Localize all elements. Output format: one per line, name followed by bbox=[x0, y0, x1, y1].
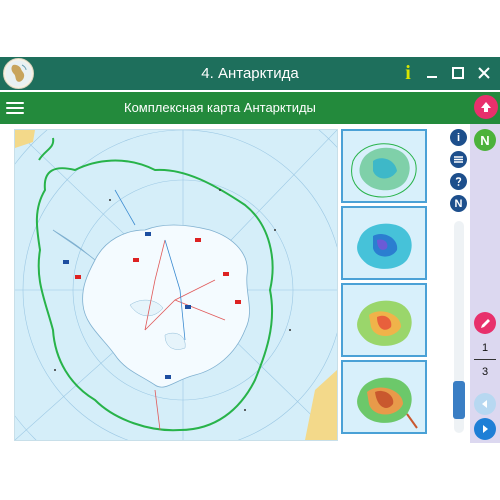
antarctica-map[interactable] bbox=[14, 129, 338, 441]
map-title: Комплексная карта Антарктиды bbox=[124, 100, 316, 115]
north-icon[interactable]: N bbox=[450, 195, 467, 212]
title-bar: 4. Антарктида i bbox=[0, 57, 500, 90]
close-icon[interactable] bbox=[472, 61, 496, 85]
prev-arrow-icon[interactable] bbox=[474, 393, 496, 415]
minimize-icon[interactable] bbox=[420, 61, 444, 85]
map-header: Комплексная карта Антарктиды bbox=[0, 92, 500, 124]
arrow-up-icon[interactable] bbox=[474, 95, 498, 119]
next-arrow-icon[interactable] bbox=[474, 418, 496, 440]
pen-icon[interactable] bbox=[474, 312, 496, 334]
app-window: 4. Антарктида i Комплексная карта Антарк… bbox=[0, 57, 500, 443]
tool-column: i N bbox=[449, 129, 469, 439]
maximize-icon[interactable] bbox=[446, 61, 470, 85]
layers-icon[interactable] bbox=[450, 151, 467, 168]
page-divider bbox=[474, 359, 496, 360]
menu-icon[interactable] bbox=[6, 99, 24, 117]
scroll-thumb[interactable] bbox=[453, 381, 465, 419]
total-pages: 3 bbox=[481, 366, 489, 378]
help-icon[interactable] bbox=[450, 173, 467, 190]
thumbnail-map-3[interactable] bbox=[341, 283, 427, 357]
thumbnail-map-1[interactable] bbox=[341, 129, 427, 203]
map-thumbnails bbox=[339, 129, 430, 439]
info-icon[interactable]: i bbox=[396, 61, 420, 85]
north-icon[interactable]: N bbox=[474, 129, 496, 151]
current-page: 1 bbox=[481, 342, 489, 354]
info-icon[interactable]: i bbox=[450, 129, 467, 146]
thumbnail-map-4[interactable] bbox=[341, 360, 427, 434]
thumbnail-map-2[interactable] bbox=[341, 206, 427, 280]
